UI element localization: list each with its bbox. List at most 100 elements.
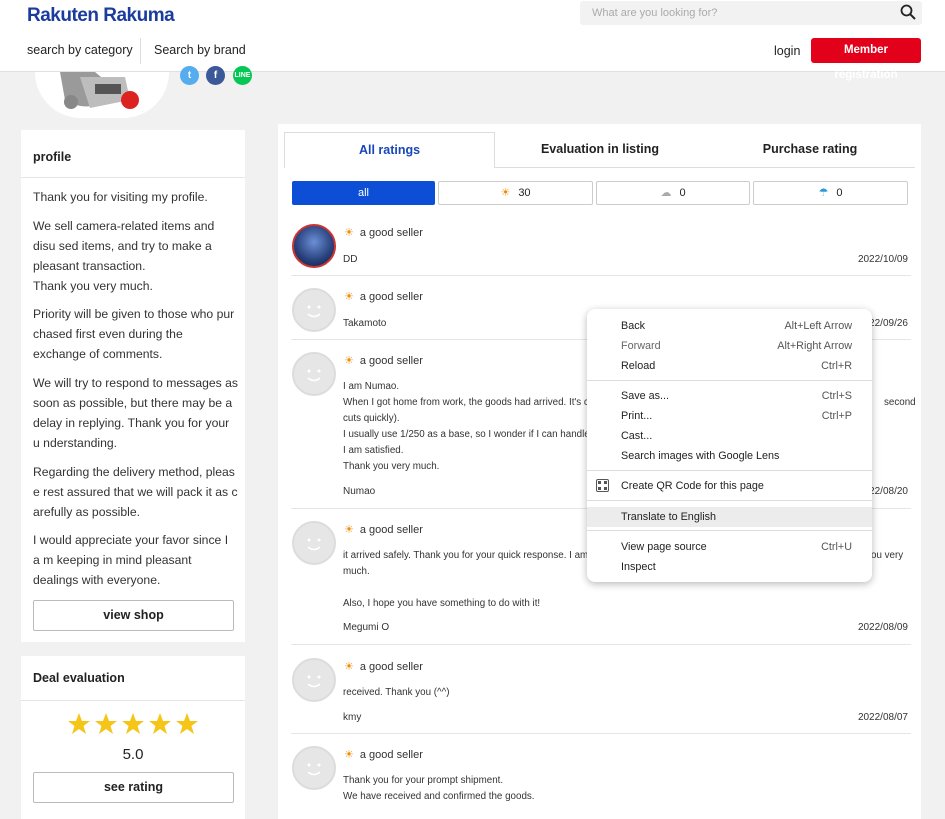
default-face-icon: [307, 369, 321, 382]
line-icon[interactable]: LINE: [233, 66, 252, 85]
reviewer-avatar[interactable]: [292, 658, 336, 702]
reviewer-avatar[interactable]: [292, 224, 336, 268]
ctx-separator: [587, 380, 872, 381]
default-face-icon: [307, 675, 321, 688]
review-rating: ☀ a good seller: [344, 291, 423, 303]
profile-pr-6: I would appreciate your favor since I a …: [33, 533, 229, 587]
member-registration-button[interactable]: Member registration: [811, 38, 921, 81]
nav-search-by-brand[interactable]: Search by brand: [154, 43, 246, 57]
ctx-print[interactable]: Print... Ctrl+P: [587, 406, 872, 426]
default-face-icon: [307, 538, 321, 551]
ctx-save-as[interactable]: Save as... Ctrl+S: [587, 386, 872, 406]
robot-avatar-icon: [35, 72, 169, 118]
reviewer-avatar[interactable]: [292, 288, 336, 332]
ctx-separator: [587, 500, 872, 501]
nav-divider: [140, 38, 141, 64]
ctx-cast[interactable]: Cast...: [587, 426, 872, 446]
default-face-icon: [307, 305, 321, 318]
search-icon[interactable]: [900, 4, 916, 20]
cloud-icon: ☁: [660, 187, 672, 199]
deal-score: 5.0: [122, 746, 144, 763]
filter-all[interactable]: all: [292, 181, 435, 205]
ctx-separator: [587, 470, 872, 471]
reviewer-name[interactable]: kmy: [343, 712, 361, 723]
filter-good[interactable]: ☀ 30: [438, 181, 593, 205]
star-icon: [122, 713, 144, 734]
profile-pr-3: Priority will be given to those who pur …: [33, 307, 235, 361]
umbrella-icon: ☂: [818, 187, 829, 199]
review-rating: ☀ a good seller: [344, 524, 423, 536]
ctx-separator: [587, 530, 872, 531]
site-header: Rakuten Rakuma What are you looking for?…: [0, 0, 945, 81]
context-menu: Back Alt+Left Arrow Forward Alt+Right Arro…: [587, 309, 872, 582]
review-item: ☀ a good seller Thank you for your prompt…: [291, 746, 911, 819]
ctx-translate-to-english[interactable]: Translate to English: [587, 507, 872, 527]
review-item: ☀ a good seller DD 2022/10/09: [291, 224, 911, 276]
review-date: 2022/08/07: [857, 712, 908, 723]
qr-code-icon: [596, 479, 609, 492]
review-rating: ☀ a good seller: [344, 227, 423, 239]
review-rating: ☀ a good seller: [344, 749, 423, 761]
profile-pr-4: We will try to respond to messages as so…: [33, 376, 239, 450]
site-logo[interactable]: Rakuten Rakuma: [27, 5, 175, 27]
tab-purchase-rating[interactable]: Purchase rating: [705, 132, 915, 168]
filter-bad-count: 0: [836, 187, 843, 199]
sun-icon: ☀: [344, 291, 354, 303]
review-text-overflow: second: [884, 397, 916, 408]
filter-normal-count: 0: [679, 187, 686, 199]
review-date: 2022/08/09: [857, 622, 908, 633]
profile-avatar: [35, 72, 169, 118]
deal-evaluation-title: Deal evaluation: [21, 656, 245, 701]
search-bar[interactable]: What are you looking for?: [580, 1, 922, 25]
reviewer-avatar[interactable]: [292, 352, 336, 396]
ctx-back[interactable]: Back Alt+Left Arrow: [587, 316, 872, 336]
filter-good-count: 30: [518, 187, 531, 199]
star-icon: [95, 713, 117, 734]
view-shop-button[interactable]: view shop: [33, 600, 234, 631]
ctx-view-page-source[interactable]: View page source Ctrl+U: [587, 537, 872, 557]
ctx-create-qr-code[interactable]: Create QR Code for this page: [587, 476, 872, 496]
reviewer-avatar[interactable]: [292, 521, 336, 565]
profile-pr-1: Thank you for visiting my profile.: [33, 190, 208, 204]
star-icon: [68, 713, 90, 734]
ctx-google-lens[interactable]: Search images with Google Lens: [587, 446, 872, 466]
profile-pr-5: Regarding the delivery method, pleas e r…: [33, 465, 238, 519]
filter-normal[interactable]: ☁ 0: [596, 181, 750, 205]
search-input[interactable]: What are you looking for?: [592, 7, 717, 19]
tab-evaluation-in-listing[interactable]: Evaluation in listing: [495, 132, 705, 168]
reviewer-name[interactable]: Megumi O: [343, 622, 389, 633]
review-text-overflow: ou very: [871, 550, 904, 561]
profile-pr-2: We sell camera-related items and disu se…: [33, 219, 215, 293]
filter-bad[interactable]: ☂ 0: [753, 181, 908, 205]
login-link[interactable]: login: [774, 44, 800, 58]
review-date: 2022/10/09: [857, 254, 908, 265]
reviewer-name[interactable]: DD: [343, 254, 357, 265]
sun-icon: ☀: [344, 524, 354, 536]
star-icon: [149, 713, 171, 734]
ctx-reload[interactable]: Reload Ctrl+R: [587, 356, 872, 376]
sun-icon: ☀: [344, 355, 354, 367]
reviewer-avatar[interactable]: [292, 746, 336, 790]
review-item: ☀ a good seller received. Thank you (^^) …: [291, 658, 911, 734]
star-rating: [67, 711, 201, 739]
facebook-icon[interactable]: f: [206, 66, 225, 85]
review-text: Thank you for your prompt shipment. We h…: [343, 775, 535, 802]
sun-icon: ☀: [344, 227, 354, 239]
tab-underline: [495, 167, 915, 168]
see-rating-button[interactable]: see rating: [33, 772, 234, 803]
sun-icon: ☀: [500, 187, 511, 199]
ctx-forward[interactable]: Forward Alt+Right Arrow: [587, 336, 872, 356]
tab-all-ratings[interactable]: All ratings: [284, 132, 495, 168]
twitter-icon[interactable]: t: [180, 66, 199, 85]
ctx-inspect[interactable]: Inspect: [587, 557, 872, 577]
star-icon: [176, 713, 198, 734]
default-face-icon: [307, 763, 321, 776]
reviewer-name[interactable]: Numao: [343, 486, 375, 497]
nav-search-by-category[interactable]: search by category: [27, 43, 133, 57]
reviewer-name[interactable]: Takamoto: [343, 318, 386, 329]
profile-title: profile: [21, 130, 245, 178]
sun-icon: ☀: [344, 749, 354, 761]
review-rating: ☀ a good seller: [344, 661, 423, 673]
review-rating: ☀ a good seller: [344, 355, 423, 367]
review-text: received. Thank you (^^): [343, 687, 450, 698]
